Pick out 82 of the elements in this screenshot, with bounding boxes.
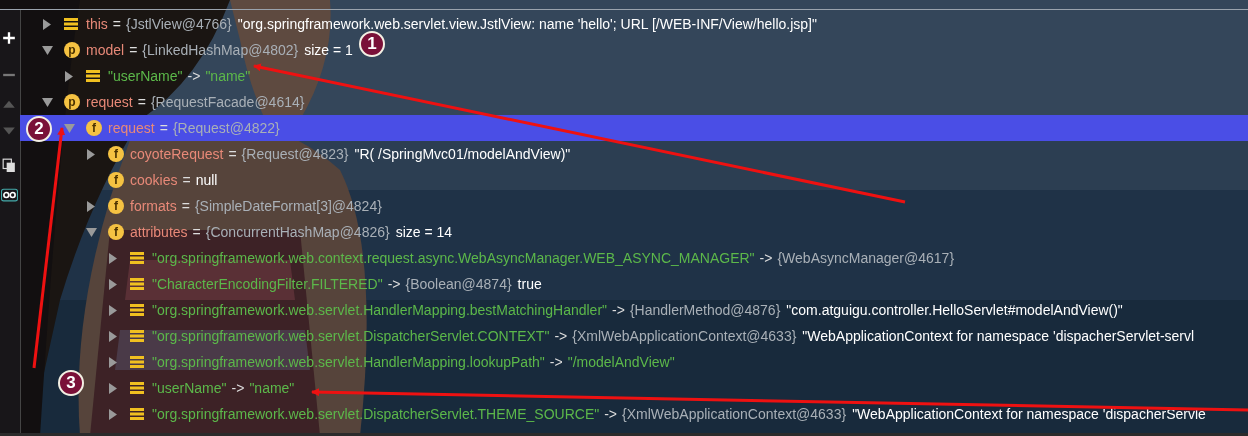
type-label: {LinkedHashMap@4802} bbox=[142, 42, 299, 58]
map-key: "org.springframework.web.servlet.HandlerMapping.bestMatchingHandler" bbox=[152, 302, 608, 318]
type-label: {WebAsyncManager@4617} bbox=[777, 250, 955, 266]
separator: = bbox=[228, 146, 237, 162]
entry-icon bbox=[130, 277, 144, 291]
separator: -> bbox=[387, 276, 401, 292]
value-text: "/modelAndView" bbox=[567, 354, 675, 370]
value-text: "WebApplicationContext for namespace 'dispacherServle bbox=[852, 406, 1206, 422]
entry-icon bbox=[130, 381, 144, 395]
value-text: null bbox=[195, 172, 218, 188]
value-text: "org.springframework.web.servlet.view.JstlView: name 'hello'; URL [/WEB-INF/View/hello.jsp]" bbox=[237, 16, 817, 32]
variable-name: this bbox=[86, 16, 108, 32]
collapsed-arrow-icon[interactable] bbox=[109, 252, 117, 264]
separator: -> bbox=[549, 354, 563, 370]
entry-icon bbox=[64, 17, 78, 31]
map-key: "CharacterEncodingFilter.FILTERED" bbox=[152, 276, 383, 292]
collapsed-arrow-icon[interactable] bbox=[43, 18, 51, 30]
separator: -> bbox=[231, 380, 245, 396]
map-key: "org.springframework.web.servlet.DispatcherServlet.THEME_SOURCE" bbox=[152, 406, 600, 422]
type-label: {XmlWebApplicationContext@4633} bbox=[622, 406, 847, 422]
collapsed-arrow-icon[interactable] bbox=[109, 382, 117, 394]
add-icon[interactable] bbox=[2, 31, 16, 45]
type-label: {ConcurrentHashMap@4826} bbox=[205, 224, 390, 240]
collapsed-arrow-icon[interactable] bbox=[87, 148, 95, 160]
entry-icon bbox=[130, 329, 144, 343]
separator: = bbox=[182, 172, 191, 188]
variable-name: cookies bbox=[130, 172, 178, 188]
value-text: "name" bbox=[249, 380, 295, 396]
separator: = bbox=[192, 224, 201, 240]
separator: = bbox=[181, 198, 190, 214]
variable-name: attributes bbox=[130, 224, 188, 240]
map-key: "userName" bbox=[152, 380, 227, 396]
collapsed-arrow-icon[interactable] bbox=[109, 356, 117, 368]
separator: = bbox=[112, 16, 121, 32]
value-text: size = 1 bbox=[304, 42, 353, 58]
value-text: true bbox=[517, 276, 542, 292]
separator: -> bbox=[759, 250, 773, 266]
value-text: size = 14 bbox=[395, 224, 453, 240]
map-key: "org.springframework.web.servlet.HandlerMapping.lookupPath" bbox=[152, 354, 545, 370]
variable-name: request bbox=[86, 94, 133, 110]
separator: -> bbox=[604, 406, 618, 422]
entry-icon bbox=[86, 69, 100, 83]
variable-name: coyoteRequest bbox=[130, 146, 224, 162]
expanded-arrow-icon[interactable] bbox=[42, 97, 53, 107]
expanded-arrow-icon[interactable] bbox=[42, 45, 53, 55]
variable-name: formats bbox=[130, 198, 177, 214]
separator: = bbox=[137, 94, 146, 110]
type-label: {JstlView@4766} bbox=[126, 16, 232, 32]
collapsed-arrow-icon[interactable] bbox=[109, 408, 117, 420]
type-label: {Request@4822} bbox=[172, 120, 280, 136]
copy-icon[interactable] bbox=[2, 158, 16, 172]
variable-name: model bbox=[86, 42, 125, 58]
value-text: "R( /SpringMvc01/modelAndView)" bbox=[354, 146, 571, 162]
separator: -> bbox=[612, 302, 625, 318]
separator: = bbox=[129, 42, 138, 58]
type-label: {HandlerMethod@4876} bbox=[629, 302, 781, 318]
collapsed-arrow-icon[interactable] bbox=[109, 278, 117, 290]
value-text: "WebApplicationContext for namespace 'dispacherServlet-servl bbox=[802, 328, 1195, 344]
type-label: {Boolean@4874} bbox=[405, 276, 512, 292]
entry-icon bbox=[130, 303, 144, 317]
value-text: "name" bbox=[205, 68, 251, 84]
value-text: "com.atguigu.controller.HelloServlet#modelAndView()" bbox=[786, 302, 1123, 318]
separator: -> bbox=[554, 328, 568, 344]
entry-icon bbox=[130, 407, 144, 421]
type-label: {XmlWebApplicationContext@4633} bbox=[572, 328, 797, 344]
map-key: "org.springframework.web.context.request.async.WebAsyncManager.WEB_ASYNC_MANAGER" bbox=[152, 250, 755, 266]
separator: -> bbox=[187, 68, 201, 84]
collapsed-arrow-icon[interactable] bbox=[109, 330, 117, 342]
glasses-icon[interactable] bbox=[1, 188, 18, 202]
entry-icon bbox=[130, 251, 144, 265]
map-key: "org.springframework.web.servlet.DispatcherServlet.CONTEXT" bbox=[152, 328, 550, 344]
type-label: {SimpleDateFormat[3]@4824} bbox=[194, 198, 382, 214]
field-badge: f bbox=[86, 120, 102, 136]
collapsed-arrow-icon[interactable] bbox=[65, 70, 73, 82]
expanded-arrow-icon[interactable] bbox=[86, 227, 97, 237]
variable-name: request bbox=[108, 120, 155, 136]
collapsed-arrow-icon[interactable] bbox=[87, 200, 95, 212]
collapsed-arrow-icon[interactable] bbox=[109, 304, 117, 316]
entry-icon bbox=[130, 355, 144, 369]
separator: = bbox=[159, 120, 168, 136]
map-key: "userName" bbox=[108, 68, 183, 84]
type-label: {Request@4823} bbox=[241, 146, 349, 162]
